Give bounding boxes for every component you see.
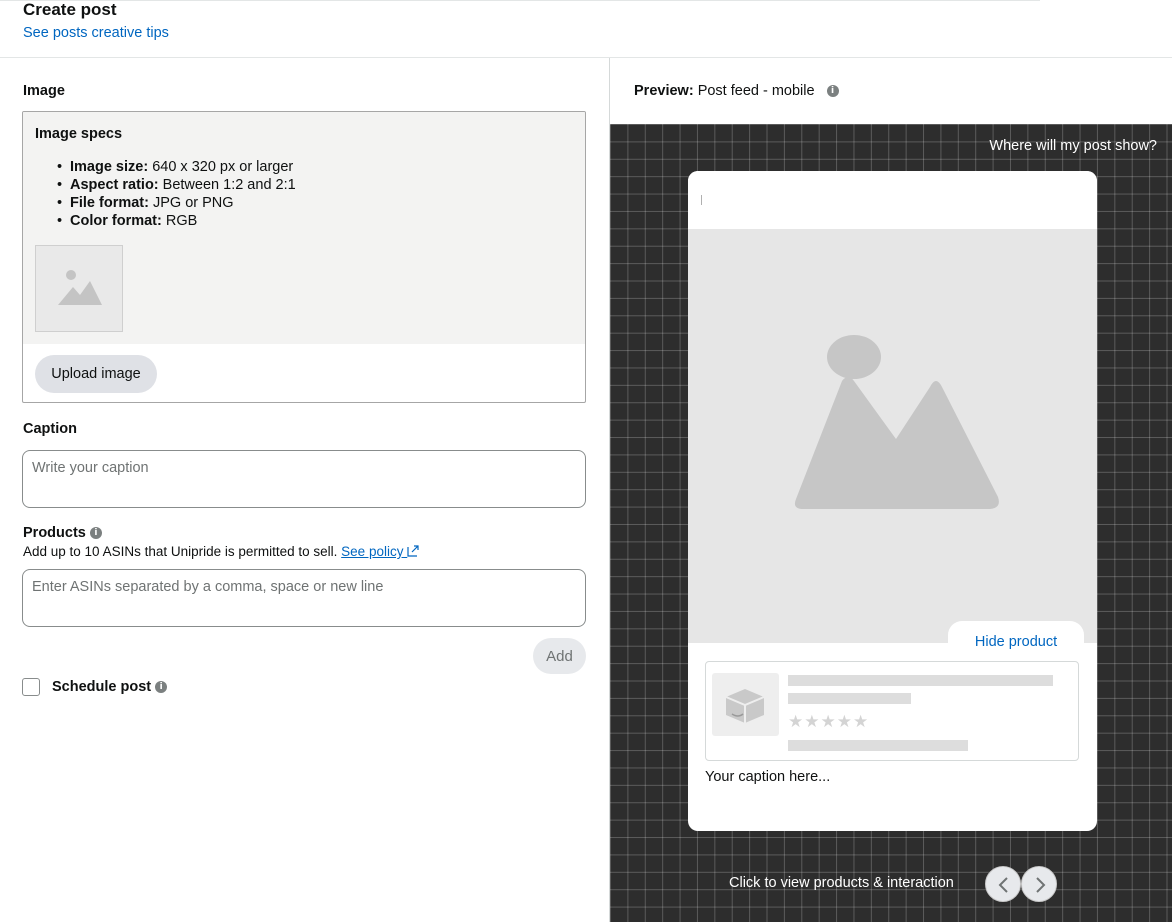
title-placeholder-bar	[788, 693, 911, 704]
page-header: Create post See posts creative tips	[0, 0, 1172, 58]
caption-preview: Your caption here...	[705, 769, 831, 785]
asin-input[interactable]: Enter ASINs separated by a comma, space …	[22, 569, 586, 627]
image-placeholder-thumbnail	[35, 245, 123, 332]
image-specs-title: Image specs	[35, 126, 123, 142]
image-upload-box: Image specs Image size: 640 x 320 px or …	[22, 111, 586, 403]
post-image-placeholder	[688, 229, 1097, 643]
spec-item: Aspect ratio: Between 1:2 and 2:1	[57, 176, 296, 194]
schedule-post-checkbox[interactable]	[22, 678, 40, 696]
creative-tips-link[interactable]: See posts creative tips	[23, 25, 169, 41]
caption-input[interactable]: Write your caption	[22, 450, 586, 508]
schedule-post-label: Schedule post i	[52, 679, 168, 695]
image-specs-area: Image specs Image size: 640 x 320 px or …	[23, 112, 585, 344]
image-placeholder-icon	[794, 335, 999, 509]
preview-panel: Preview: Post feed - mobile i Where will…	[610, 58, 1172, 922]
rating-stars-placeholder: ★★★★★	[788, 712, 870, 732]
preview-header: Preview: Post feed - mobile i	[634, 83, 839, 99]
see-policy-link[interactable]: See policy	[341, 544, 419, 559]
info-icon[interactable]: i	[826, 85, 839, 97]
caption-label: Caption	[23, 421, 77, 437]
preview-hint-text: Click to view products & interaction	[729, 875, 954, 891]
spec-item: Image size: 640 x 320 px or larger	[57, 158, 296, 176]
price-placeholder-bar	[788, 740, 968, 751]
info-icon[interactable]: i	[89, 527, 102, 539]
chevron-right-icon	[1036, 877, 1046, 893]
preview-canvas: Where will my post show? Hide product ★★…	[610, 124, 1172, 922]
hide-product-button[interactable]: Hide product	[948, 621, 1084, 661]
title-placeholder-bar	[788, 675, 1053, 686]
page-title: Create post	[23, 0, 117, 19]
image-placeholder-icon	[58, 270, 102, 305]
next-button[interactable]	[1021, 866, 1057, 902]
post-header-placeholder	[688, 171, 1097, 229]
spec-item: Color format: RGB	[57, 212, 296, 230]
previous-button[interactable]	[985, 866, 1021, 902]
image-specs-list: Image size: 640 x 320 px or larger Aspec…	[57, 158, 296, 230]
products-label: Products i	[23, 525, 102, 541]
mobile-post-preview[interactable]: Hide product ★★★★★ Your caption here...	[688, 171, 1097, 831]
external-link-icon	[407, 545, 419, 557]
post-form-panel: Image Image specs Image size: 640 x 320 …	[0, 58, 610, 922]
image-label: Image	[23, 83, 65, 99]
spec-item: File format: JPG or PNG	[57, 194, 296, 212]
chevron-left-icon	[998, 877, 1008, 893]
products-helper-text: Add up to 10 ASINs that Unipride is perm…	[23, 544, 419, 559]
product-card-placeholder[interactable]: ★★★★★	[705, 661, 1079, 761]
where-post-shows-link[interactable]: Where will my post show?	[989, 138, 1157, 154]
product-box-icon	[712, 673, 779, 736]
upload-image-button[interactable]: Upload image	[35, 355, 157, 393]
add-asin-button[interactable]: Add	[533, 638, 586, 674]
info-icon[interactable]: i	[155, 681, 168, 693]
